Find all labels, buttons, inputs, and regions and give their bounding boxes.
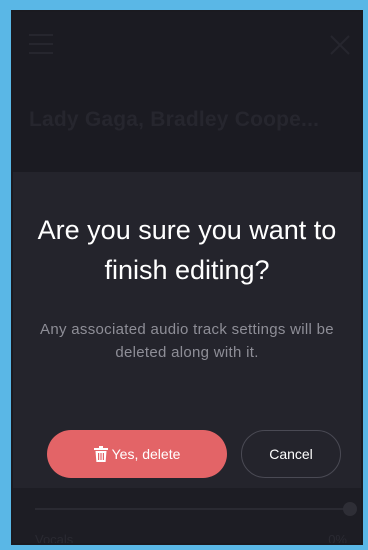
confirm-dialog: Are you sure you want to finish editing?… [13, 172, 361, 488]
dialog-message: Any associated audio track settings will… [40, 321, 334, 361]
vocals-slider-handle[interactable] [343, 502, 357, 516]
trash-icon [93, 446, 108, 462]
vocals-slider-track[interactable] [35, 508, 345, 510]
dialog-title: Are you sure you want to finish editing? [37, 215, 337, 285]
yes-delete-label: Yes, delete [111, 446, 181, 462]
app-frame: Lady Gaga, Bradley Coope... Vocals 0% Ar… [11, 10, 363, 545]
slider-label: Vocals [35, 532, 74, 545]
top-bar [13, 12, 361, 82]
cancel-button[interactable]: Cancel [241, 430, 341, 478]
track-title: Lady Gaga, Bradley Coope... [29, 108, 320, 131]
slider-value: 0% [328, 532, 347, 545]
hamburger-icon[interactable] [29, 34, 53, 56]
close-icon[interactable] [329, 34, 351, 56]
cancel-label: Cancel [269, 446, 313, 462]
yes-delete-button[interactable]: Yes, delete [47, 430, 227, 478]
